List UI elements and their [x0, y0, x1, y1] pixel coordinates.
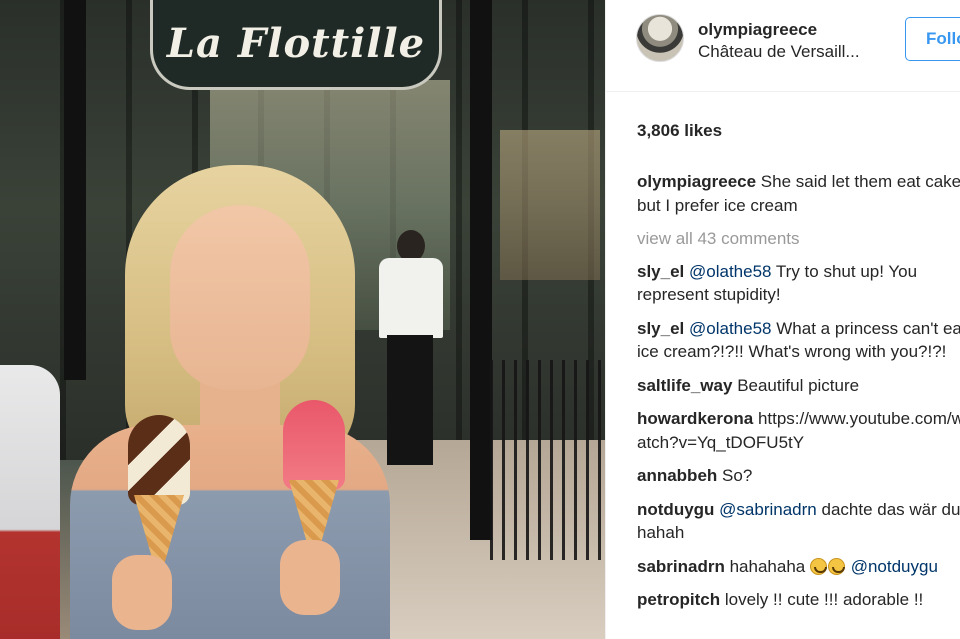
avatar[interactable]: [636, 14, 684, 62]
woman-figure: [40, 165, 400, 639]
hand: [280, 540, 340, 615]
chocolate-ice-cream-cone: [128, 415, 190, 565]
caption: olympiagreece She said let them eat cake…: [637, 170, 960, 217]
comment-author[interactable]: notduygu: [637, 500, 714, 519]
header-location[interactable]: Château de Versaill...: [698, 42, 880, 62]
list-item: sabrinadrn hahahaha @notduygu: [637, 555, 960, 579]
comment-author[interactable]: sly_el: [637, 319, 684, 338]
list-item: sly_el @olathe58 What a princess can't e…: [637, 317, 960, 364]
strawberry-ice-cream-cone: [283, 400, 345, 550]
lamp-post: [470, 0, 492, 540]
comment-list: olympiagreece She said let them eat cake…: [637, 170, 960, 622]
comment-mention[interactable]: @notduygu: [851, 557, 938, 576]
grinning-face-emoji-icon: [809, 557, 827, 575]
post-header: olympiagreece Château de Versaill... Fol…: [606, 0, 960, 92]
iron-fence: [490, 360, 605, 560]
post-details-panel: olympiagreece Château de Versaill... Fol…: [605, 0, 960, 639]
caption-author[interactable]: olympiagreece: [637, 172, 756, 191]
comment-mention[interactable]: @olathe58: [689, 262, 772, 281]
hand: [112, 555, 172, 630]
list-item: howardkerona https://www.youtube.com/wat…: [637, 407, 960, 454]
list-item: sly_el @olathe58 Try to shut up! You rep…: [637, 260, 960, 307]
header-username[interactable]: olympiagreece: [698, 20, 817, 40]
list-item: petropitch lovely !! cute !!! adorable !…: [637, 588, 960, 612]
view-all-comments-link[interactable]: view all 43 comments: [637, 227, 960, 251]
list-item: saltlife_way Beautiful picture: [637, 374, 960, 398]
comment-mention[interactable]: @olathe58: [689, 319, 772, 338]
comment-author[interactable]: saltlife_way: [637, 376, 732, 395]
comment-author[interactable]: sly_el: [637, 262, 684, 281]
likes-count[interactable]: 3,806 likes: [637, 121, 722, 141]
comment-author[interactable]: petropitch: [637, 590, 720, 609]
comment-text: What a princess can't eat ice cream?!?!!…: [637, 318, 960, 362]
cafe-sign-text: La Flottille: [166, 20, 426, 67]
comment-text: So?: [722, 466, 753, 485]
comment-author[interactable]: sabrinadrn: [637, 557, 725, 576]
comment-text: Beautiful picture: [737, 375, 860, 395]
cafe-sign: La Flottille: [150, 0, 442, 90]
comment-mention[interactable]: @sabrinadrn: [719, 500, 817, 519]
post-photo[interactable]: La Flottille: [0, 0, 605, 639]
comment-text: hahahaha: [729, 556, 806, 576]
comment-author[interactable]: howardkerona: [637, 409, 753, 428]
grinning-face-emoji-icon: [827, 557, 845, 575]
comment-author[interactable]: annabbeh: [637, 466, 717, 485]
comment-text: lovely !! cute !!! adorable !!: [724, 590, 924, 609]
follow-button[interactable]: Follo: [905, 17, 960, 61]
list-item: annabbeh So?: [637, 464, 960, 488]
list-item: notduygu @sabrinadrn dachte das wär du h…: [637, 498, 960, 545]
cafe-window: [500, 130, 600, 280]
